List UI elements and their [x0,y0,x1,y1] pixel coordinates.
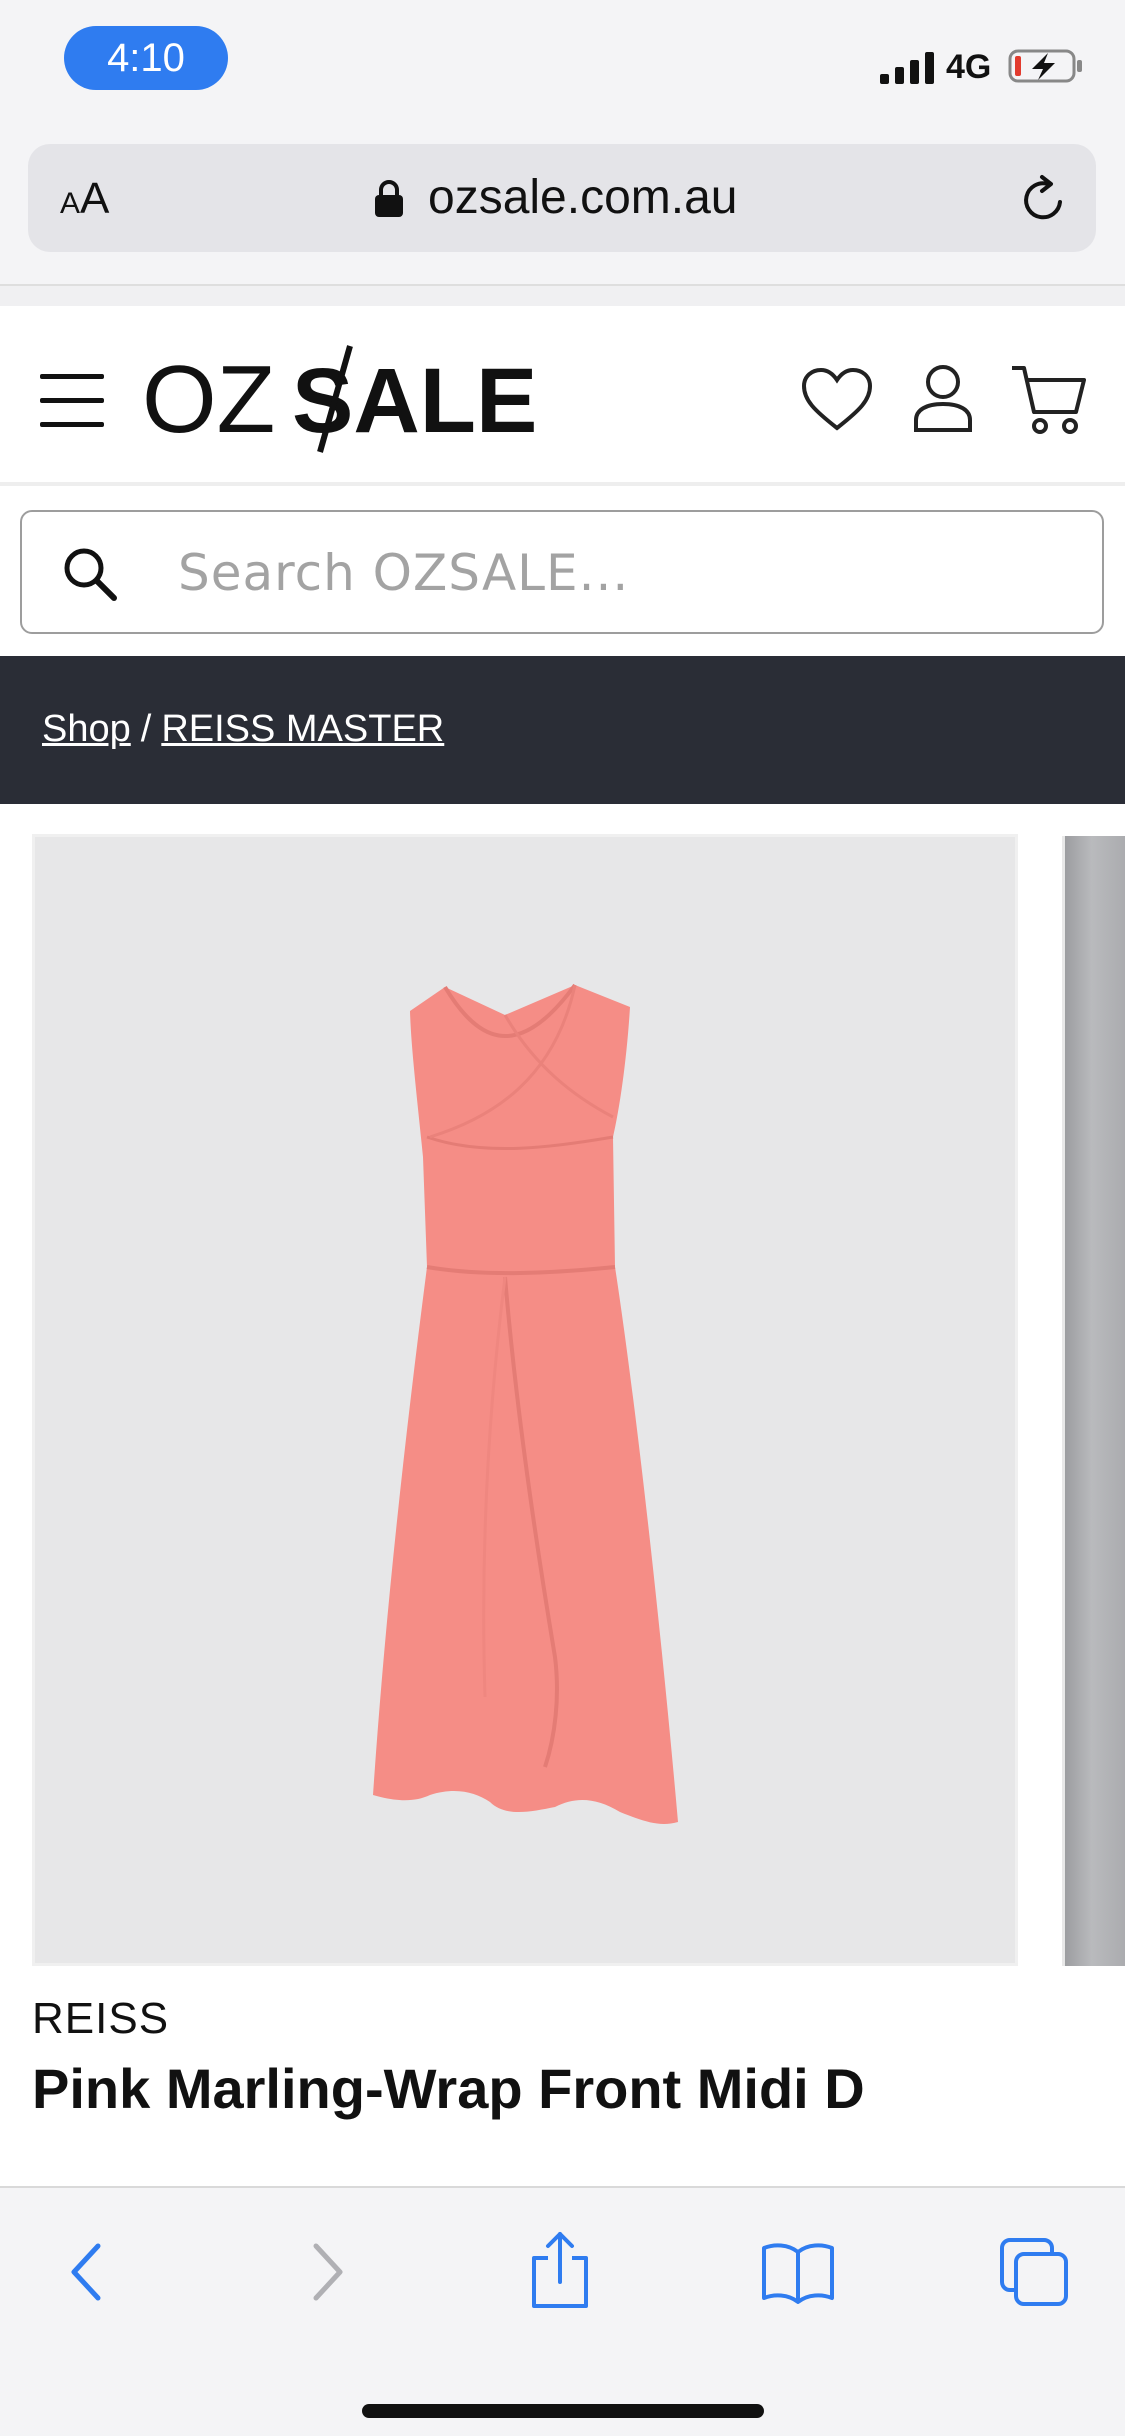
home-indicator [362,2404,764,2418]
product-image[interactable] [32,834,1018,1966]
browser-toolbar [0,2186,1125,2436]
svg-text:SALE: SALE [292,350,537,452]
address-bar[interactable]: AA ozsale.com.au [28,144,1096,252]
forward-chevron-icon[interactable] [306,2240,350,2304]
next-product-image[interactable] [1062,836,1125,1966]
product-brand[interactable]: REISS [32,1994,169,2044]
dress-illustration [373,983,678,1824]
browser-divider [0,284,1125,306]
product-title: Pink Marling-Wrap Front Midi D [32,2057,865,2120]
reload-icon[interactable] [1018,174,1070,226]
hamburger-menu-icon[interactable] [40,372,104,428]
svg-text:OZ: OZ [142,346,275,453]
breadcrumb-reiss-master-link[interactable]: REISS MASTER [161,708,444,750]
share-icon[interactable] [528,2230,592,2310]
cart-icon[interactable] [1010,362,1088,438]
search-icon[interactable] [62,546,118,602]
site-header: OZ SALE [0,306,1125,486]
breadcrumb-separator: / [140,708,152,750]
status-time: 4:10 [64,26,228,90]
back-chevron-icon[interactable] [64,2240,108,2304]
tabs-icon[interactable] [998,2236,1070,2308]
wishlist-heart-icon[interactable] [800,366,874,432]
network-type: 4G [946,48,992,86]
text-size-button[interactable]: AA [60,174,109,224]
bookmarks-book-icon[interactable] [760,2240,836,2304]
search-box[interactable] [20,510,1104,634]
breadcrumb-shop-link[interactable]: Shop [42,708,131,750]
lock-icon [375,180,403,217]
account-user-icon[interactable] [912,362,974,434]
url-text[interactable]: ozsale.com.au [428,170,738,225]
browser-address-area: AA ozsale.com.au [0,136,1125,284]
battery-charging-icon [1008,49,1082,83]
ozsale-logo[interactable]: OZ SALE [142,344,562,454]
signal-icon [880,52,934,84]
status-bar: 4:10 4G [0,0,1125,136]
search-input[interactable] [178,534,1058,612]
breadcrumb: Shop / REISS MASTER [0,656,1125,804]
